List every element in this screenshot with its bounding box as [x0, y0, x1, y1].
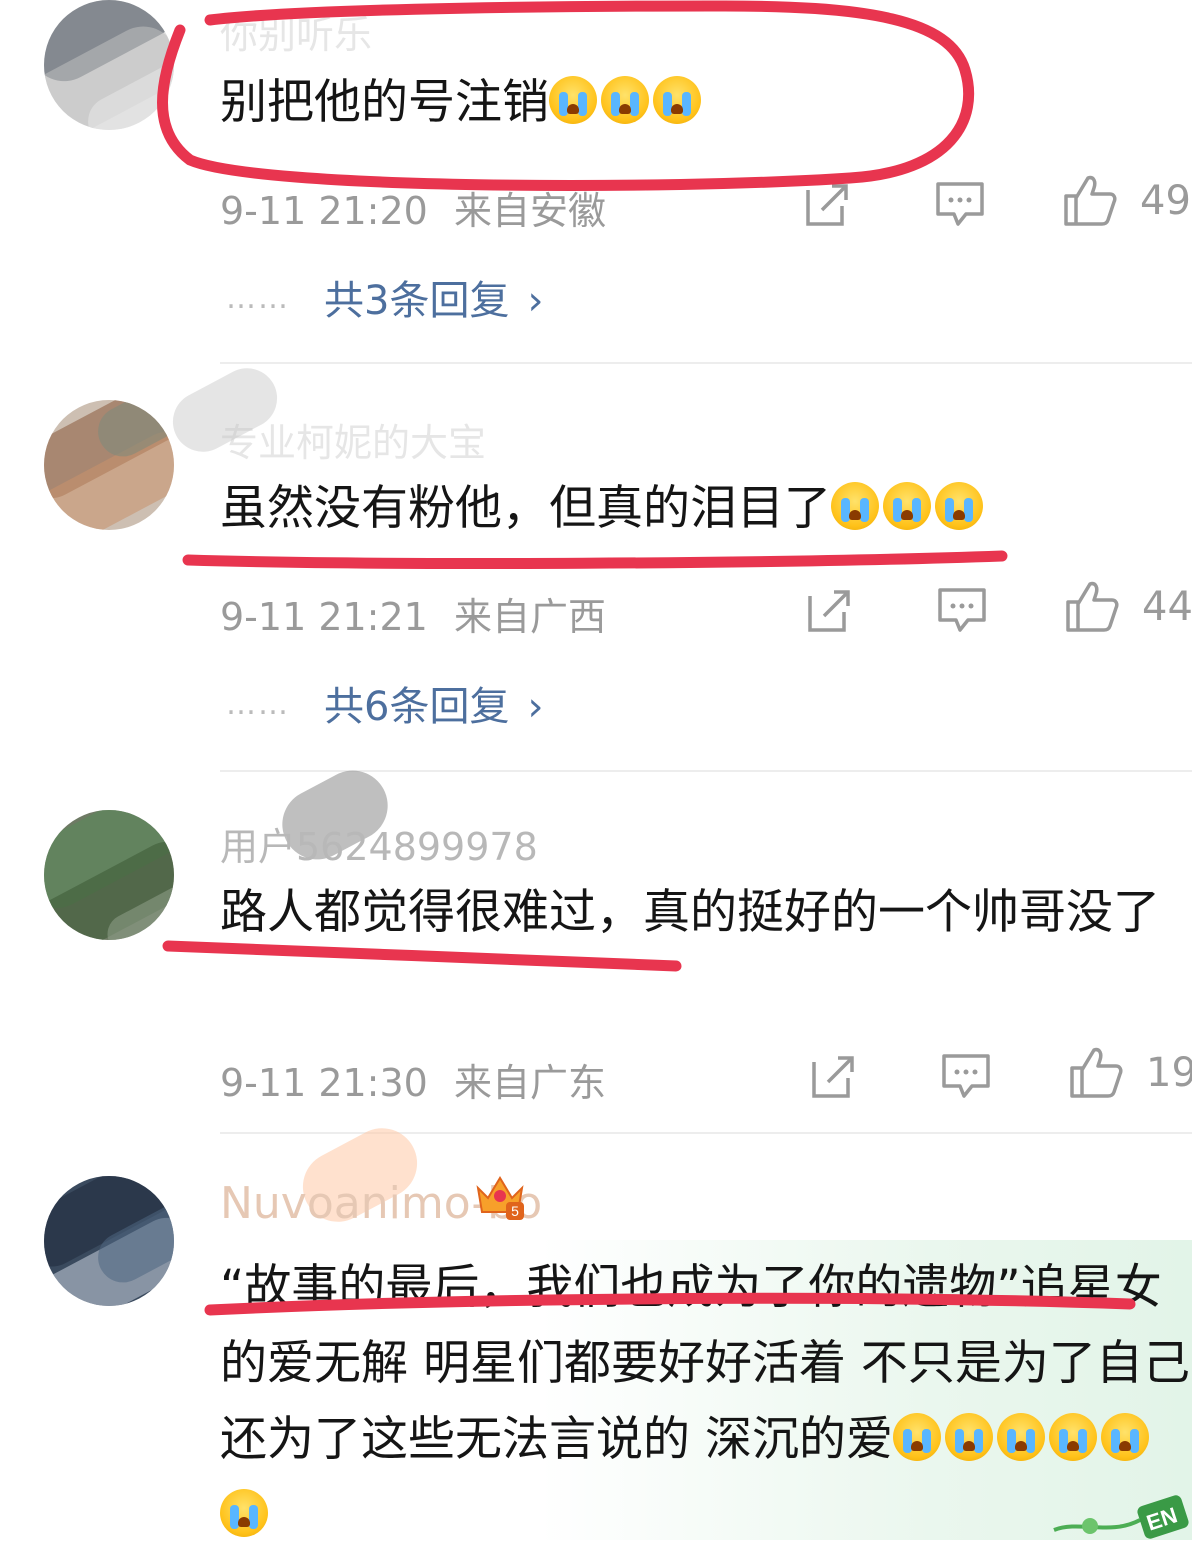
comment-icon[interactable] [932, 176, 988, 232]
crying-face-emoji [883, 482, 931, 530]
crying-face-emoji [601, 76, 649, 124]
like-count: 19 [1146, 1050, 1192, 1096]
crying-face-emoji [1048, 1413, 1097, 1461]
avatar[interactable] [44, 400, 174, 530]
share-icon[interactable] [802, 582, 858, 638]
comment-meta: 9-11 21:20 来自安徽 [220, 180, 606, 235]
crying-face-emoji [996, 1413, 1045, 1461]
comment-location: 来自广东 [453, 1061, 606, 1105]
username[interactable]: 你别听乐 [220, 4, 372, 59]
comment-text: 别把他的号注销 [220, 75, 549, 130]
comment-time: 9-11 21:20 [220, 189, 428, 233]
crying-face-emoji [549, 76, 597, 124]
comment-time: 9-11 21:30 [220, 1061, 428, 1105]
comment-text: 路人都觉得很难过，真的挺好的一个帅哥没了 [220, 885, 1160, 940]
crying-face-emoji [653, 76, 701, 124]
comment-meta: 9-11 21:30 来自广东 [220, 1052, 606, 1107]
crying-face-emoji [892, 1413, 941, 1461]
comment-location: 来自广西 [453, 595, 606, 639]
share-icon[interactable] [800, 176, 856, 232]
crying-face-emoji [220, 1489, 268, 1537]
like-count: 44 [1142, 584, 1192, 630]
crying-face-emoji [831, 482, 879, 530]
comment-icon[interactable] [934, 582, 990, 638]
comment-time: 9-11 21:21 [220, 595, 428, 639]
comment-content: 别把他的号注销 [220, 68, 1180, 138]
divider [220, 362, 1192, 364]
reply-dots: …… [226, 687, 290, 722]
chevron-right-icon: › [527, 278, 544, 324]
reply-dots: …… [226, 281, 290, 316]
avatar[interactable] [44, 810, 174, 940]
comment-content: 虽然没有粉他，但真的泪目了 [220, 474, 1180, 544]
red-underline-annotation [182, 550, 1008, 569]
comment-icon[interactable] [938, 1048, 994, 1104]
like-count: 49 [1140, 178, 1191, 224]
crying-face-emoji [1100, 1413, 1149, 1461]
username[interactable]: 专业柯妮的大宝 [220, 412, 486, 467]
username[interactable]: 用户5624899978 [220, 816, 538, 871]
watermark-logo: EN [1050, 1480, 1190, 1550]
replies-label: 共3条回复 [324, 278, 510, 324]
avatar[interactable] [44, 1176, 174, 1306]
crying-face-emoji [935, 482, 983, 530]
view-replies-link[interactable]: …… 共3条回复 › [226, 268, 543, 326]
comment-text: 虽然没有粉他，但真的泪目了 [220, 481, 831, 536]
crying-face-emoji [944, 1413, 993, 1461]
like-icon[interactable] [1062, 172, 1118, 228]
share-icon[interactable] [806, 1048, 862, 1104]
view-replies-link[interactable]: …… 共6条回复 › [226, 674, 543, 732]
replies-label: 共6条回复 [324, 684, 510, 730]
avatar[interactable] [44, 0, 174, 130]
comment-location: 来自安徽 [453, 189, 606, 233]
comment-content: 路人都觉得很难过，真的挺好的一个帅哥没了 [220, 878, 1180, 948]
comment-content: “故事的最后，我们也成为了你的遗物”追星女的爱无解 明星们都要好好活着 不只是为… [220, 1250, 1192, 1554]
comment-meta: 9-11 21:21 来自广西 [220, 586, 606, 641]
crown-badge-icon: 5 [476, 1176, 524, 1220]
like-icon[interactable] [1068, 1044, 1124, 1100]
divider [220, 770, 1192, 772]
chevron-right-icon: › [527, 684, 544, 730]
like-icon[interactable] [1064, 578, 1120, 634]
badge-level: 5 [511, 1203, 519, 1219]
